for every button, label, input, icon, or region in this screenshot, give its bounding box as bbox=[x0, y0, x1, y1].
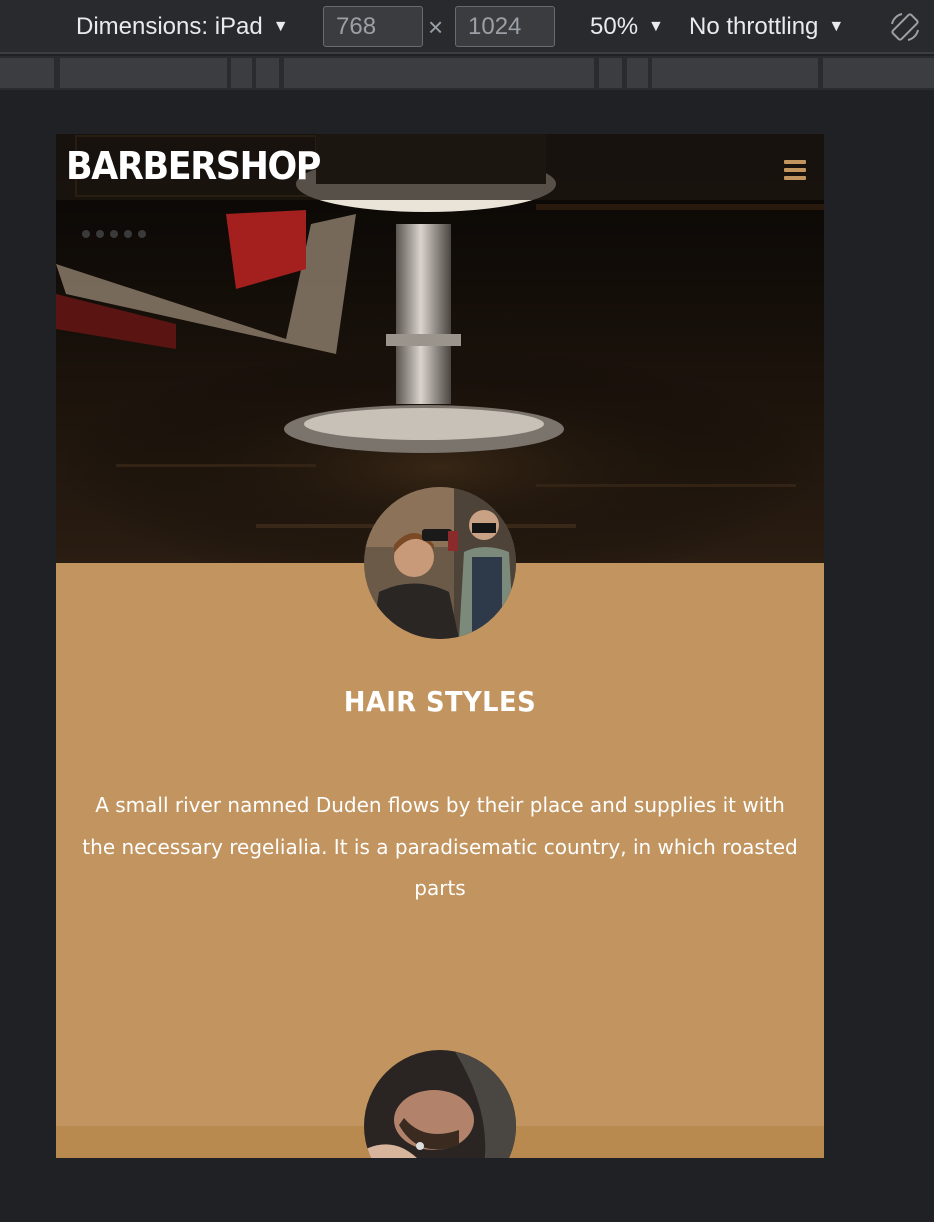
viewport-width-input[interactable]: 768 bbox=[323, 6, 423, 47]
rotate-icon[interactable] bbox=[888, 10, 922, 44]
chevron-down-icon: ▼ bbox=[272, 18, 289, 35]
section-title: HAIR STYLES bbox=[343, 685, 537, 718]
device-dimensions-dropdown[interactable]: Dimensions: iPad ▼ bbox=[76, 10, 289, 44]
device-dimensions-label: Dimensions: iPad bbox=[76, 13, 263, 40]
zoom-dropdown[interactable]: 50% ▼ bbox=[590, 10, 664, 44]
media-query-segment[interactable] bbox=[256, 58, 279, 88]
media-query-segment[interactable] bbox=[60, 58, 227, 88]
throttling-label: No throttling bbox=[689, 13, 819, 40]
media-query-segment[interactable] bbox=[627, 58, 648, 88]
section-description: A small river namned Duden flows by thei… bbox=[82, 793, 798, 900]
hamburger-menu-icon[interactable] bbox=[784, 160, 808, 184]
chevron-down-icon: ▼ bbox=[828, 18, 845, 35]
media-query-segment[interactable] bbox=[599, 58, 622, 88]
zoom-label: 50% bbox=[590, 13, 639, 40]
media-query-segment[interactable] bbox=[231, 58, 252, 88]
device-toolbar: Dimensions: iPad ▼ 768 × 1024 50% ▼ No t… bbox=[0, 0, 934, 54]
media-query-segment[interactable] bbox=[652, 58, 818, 88]
chevron-down-icon: ▼ bbox=[648, 18, 664, 35]
media-query-segment[interactable] bbox=[0, 58, 54, 88]
viewport-height-input[interactable]: 1024 bbox=[455, 6, 555, 47]
media-query-segment[interactable] bbox=[823, 58, 934, 88]
media-query-bar bbox=[0, 56, 934, 90]
site-logo[interactable]: BARBERSHOP bbox=[66, 144, 321, 188]
times-icon: × bbox=[428, 12, 444, 42]
throttling-dropdown[interactable]: No throttling ▼ bbox=[689, 10, 844, 44]
hair-styles-image bbox=[364, 487, 516, 639]
media-query-segment[interactable] bbox=[284, 58, 594, 88]
device-viewport: BARBERSHOP HAIR STYLES A small river nam… bbox=[56, 134, 824, 1158]
